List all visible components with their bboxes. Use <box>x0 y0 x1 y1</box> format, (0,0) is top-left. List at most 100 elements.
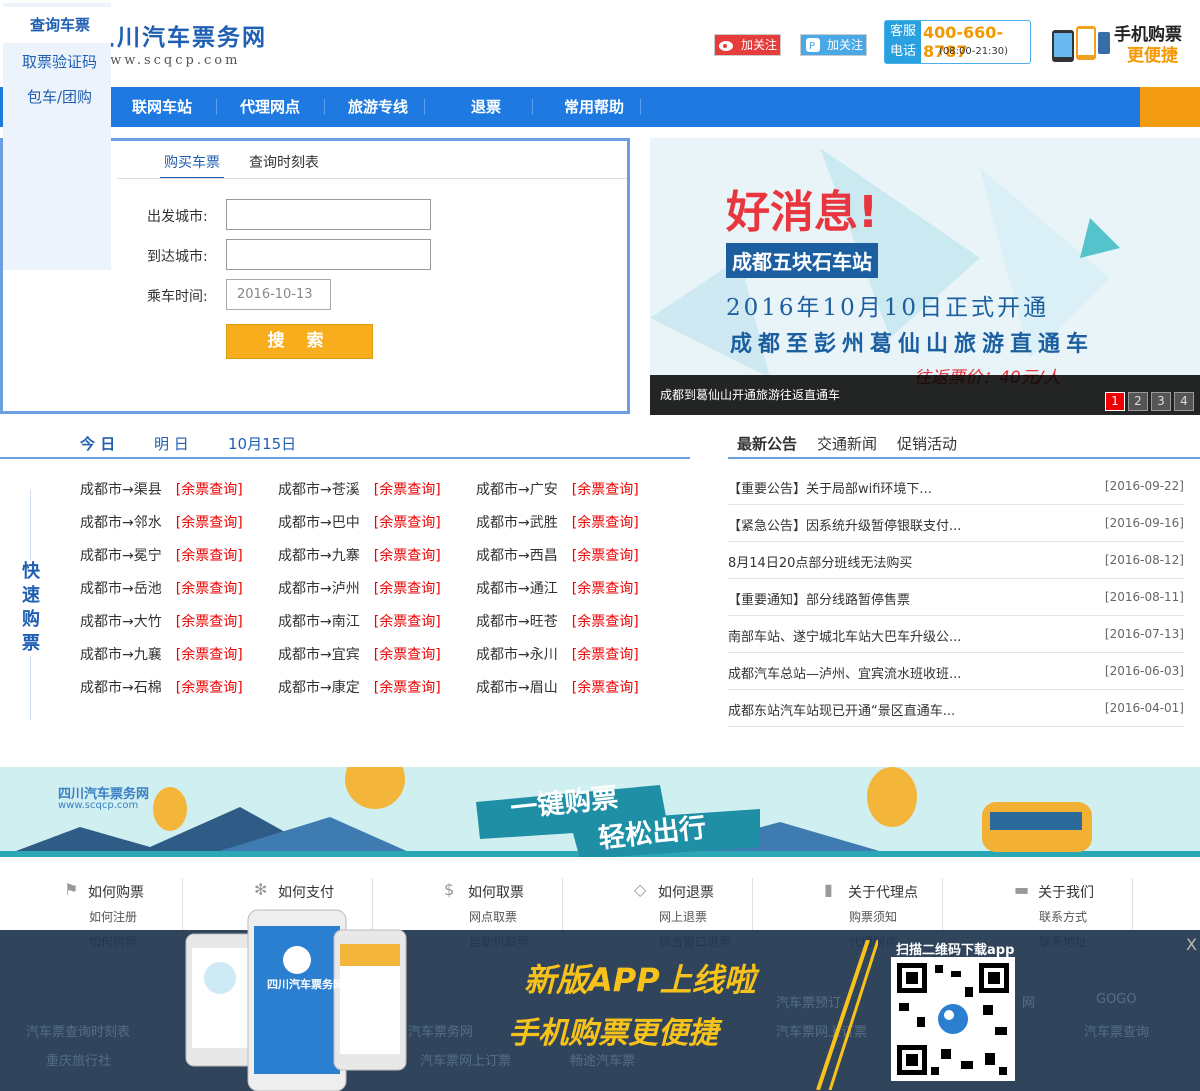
overlay-link[interactable]: 畅途汽车票 <box>570 1050 635 1069</box>
quick-route-item[interactable]: 成都市→南江 [余票查询] <box>278 611 441 631</box>
quick-route-item[interactable]: 成都市→康定 [余票查询] <box>278 677 441 697</box>
quick-route-item[interactable]: 成都市→西昌 [余票查询] <box>476 545 639 565</box>
ticket-query-link[interactable]: [余票查询] <box>374 581 441 597</box>
quick-route-item[interactable]: 成都市→石棉 [余票查询] <box>80 677 243 697</box>
tab-today[interactable]: 今 日 <box>80 433 115 454</box>
footer-column-title[interactable]: 如何退票 <box>658 882 714 902</box>
news-title[interactable]: 【紧急公告】因系统升级暂停银联支付... <box>728 515 961 534</box>
ticket-query-link[interactable]: [余票查询] <box>374 548 441 564</box>
route-name[interactable]: 成都市→岳池 <box>80 581 162 597</box>
side-query-tickets[interactable]: 查询车票 <box>3 7 117 43</box>
route-name[interactable]: 成都市→泸州 <box>278 581 360 597</box>
news-title[interactable]: 【重要公告】关于局部wifi环境下... <box>728 478 932 497</box>
nav-stations[interactable]: 联网车站 <box>108 87 216 127</box>
route-name[interactable]: 成都市→巴中 <box>278 515 360 531</box>
footer-column-title[interactable]: 如何取票 <box>468 882 524 902</box>
quick-route-item[interactable]: 成都市→大竹 [余票查询] <box>80 611 243 631</box>
news-item[interactable]: 南部车站、遂宁城北车站大巴车升级公... [2016-07-13] <box>728 616 1184 653</box>
route-name[interactable]: 成都市→石棉 <box>80 680 162 696</box>
footer-link[interactable]: 网点取票 <box>469 908 517 925</box>
footer-link[interactable]: 联系方式 <box>1039 908 1087 925</box>
nav-refund[interactable]: 退票 <box>432 87 540 127</box>
quick-route-item[interactable]: 成都市→九寨 [余票查询] <box>278 545 441 565</box>
quick-route-item[interactable]: 成都市→眉山 [余票查询] <box>476 677 639 697</box>
site-title[interactable]: 四川汽车票务网 <box>92 18 267 52</box>
quick-route-item[interactable]: 成都市→旺苍 [余票查询] <box>476 611 639 631</box>
route-name[interactable]: 成都市→永川 <box>476 647 558 663</box>
ticket-query-link[interactable]: [余票查询] <box>176 614 243 630</box>
nav-agents[interactable]: 代理网点 <box>216 87 324 127</box>
tab-date[interactable]: 10月15日 <box>228 433 296 454</box>
quick-route-item[interactable]: 成都市→永川 [余票查询] <box>476 644 639 664</box>
ticket-query-link[interactable]: [余票查询] <box>374 515 441 531</box>
route-name[interactable]: 成都市→旺苍 <box>476 614 558 630</box>
banner-page-2[interactable]: 2 <box>1128 392 1148 411</box>
side-charter[interactable]: 包车/团购 <box>3 86 116 107</box>
news-banner[interactable]: 好消息! 成都五块石车站 2016年10月10日正式开通 成都至彭州葛仙山旅游直… <box>650 138 1200 414</box>
news-title[interactable]: 南部车站、遂宁城北车站大巴车升级公... <box>728 626 961 645</box>
route-name[interactable]: 成都市→通江 <box>476 581 558 597</box>
quick-route-item[interactable]: 成都市→苍溪 [余票查询] <box>278 479 441 499</box>
news-title[interactable]: 成都汽车总站—泸州、宜宾流水班收班... <box>728 663 961 682</box>
date-input[interactable]: 2016-10-13 <box>226 279 331 310</box>
overlay-link[interactable]: 汽车票务网 <box>408 1021 473 1040</box>
news-item[interactable]: 8月14日20点部分班线无法购买 [2016-08-12] <box>728 542 1184 579</box>
close-icon[interactable]: X <box>1186 935 1197 954</box>
ticket-query-link[interactable]: [余票查询] <box>176 581 243 597</box>
ticket-query-link[interactable]: [余票查询] <box>176 482 243 498</box>
ticket-query-link[interactable]: [余票查询] <box>374 647 441 663</box>
ticket-query-link[interactable]: [余票查询] <box>572 482 639 498</box>
footer-column-title[interactable]: 如何购票 <box>88 882 144 902</box>
news-title[interactable]: 8月14日20点部分班线无法购买 <box>728 552 912 571</box>
route-name[interactable]: 成都市→眉山 <box>476 680 558 696</box>
route-name[interactable]: 成都市→西昌 <box>476 548 558 564</box>
ticket-query-link[interactable]: [余票查询] <box>374 482 441 498</box>
route-name[interactable]: 成都市→南江 <box>278 614 360 630</box>
overlay-link[interactable]: GOGO <box>1096 992 1137 1007</box>
ticket-query-link[interactable]: [余票查询] <box>572 548 639 564</box>
ticket-query-link[interactable]: [余票查询] <box>176 680 243 696</box>
footer-column-title[interactable]: 关于我们 <box>1038 882 1094 902</box>
ticket-query-link[interactable]: [余票查询] <box>572 581 639 597</box>
ticket-query-link[interactable]: [余票查询] <box>572 614 639 630</box>
news-item[interactable]: 【重要公告】关于局部wifi环境下... [2016-09-22] <box>728 468 1184 505</box>
promo-banner[interactable]: 四川汽车票务网 www.scqcp.com 一键购票 轻松出行 <box>0 767 1200 857</box>
news-title[interactable]: 【重要通知】部分线路暂停售票 <box>728 589 910 608</box>
route-name[interactable]: 成都市→九寨 <box>278 548 360 564</box>
footer-link[interactable]: 网上退票 <box>659 908 707 925</box>
tab-timetable[interactable]: 查询时刻表 <box>249 152 319 172</box>
ticket-query-link[interactable]: [余票查询] <box>176 548 243 564</box>
news-title[interactable]: 成都东站汽车站现已开通“景区直通车... <box>728 700 955 719</box>
quick-route-item[interactable]: 成都市→邻水 [余票查询] <box>80 512 243 532</box>
news-item[interactable]: 成都汽车总站—泸州、宜宾流水班收班... [2016-06-03] <box>728 653 1184 690</box>
nav-help[interactable]: 常用帮助 <box>540 87 648 127</box>
tab-traffic-news[interactable]: 交通新闻 <box>817 433 877 454</box>
footer-link[interactable]: 如何注册 <box>89 908 137 925</box>
from-city-input[interactable] <box>226 199 431 230</box>
qq-follow-button[interactable]: P 加关注 <box>800 34 868 56</box>
tab-tomorrow[interactable]: 明 日 <box>154 433 189 454</box>
route-name[interactable]: 成都市→武胜 <box>476 515 558 531</box>
overlay-link[interactable]: 汽车票网上订票 <box>420 1050 511 1069</box>
quick-route-item[interactable]: 成都市→通江 [余票查询] <box>476 578 639 598</box>
route-name[interactable]: 成都市→康定 <box>278 680 360 696</box>
footer-link[interactable]: 购票须知 <box>849 908 897 925</box>
tab-promotions[interactable]: 促销活动 <box>897 433 957 454</box>
overlay-link[interactable]: 汽车票查询时刻表 <box>26 1021 130 1040</box>
overlay-link[interactable]: 重庆旅行社 <box>46 1050 111 1069</box>
route-name[interactable]: 成都市→渠县 <box>80 482 162 498</box>
news-item[interactable]: 【紧急公告】因系统升级暂停银联支付... [2016-09-16] <box>728 505 1184 542</box>
quick-route-item[interactable]: 成都市→冕宁 [余票查询] <box>80 545 243 565</box>
route-name[interactable]: 成都市→九襄 <box>80 647 162 663</box>
news-item[interactable]: 成都东站汽车站现已开通“景区直通车... [2016-04-01] <box>728 690 1184 727</box>
quick-route-item[interactable]: 成都市→武胜 [余票查询] <box>476 512 639 532</box>
news-item[interactable]: 【重要通知】部分线路暂停售票 [2016-08-11] <box>728 579 1184 616</box>
route-name[interactable]: 成都市→广安 <box>476 482 558 498</box>
quick-route-item[interactable]: 成都市→巴中 [余票查询] <box>278 512 441 532</box>
ticket-query-link[interactable]: [余票查询] <box>374 680 441 696</box>
route-name[interactable]: 成都市→宜宾 <box>278 647 360 663</box>
banner-page-4[interactable]: 4 <box>1174 392 1194 411</box>
ticket-query-link[interactable]: [余票查询] <box>374 614 441 630</box>
ticket-query-link[interactable]: [余票查询] <box>572 647 639 663</box>
to-city-input[interactable] <box>226 239 431 270</box>
